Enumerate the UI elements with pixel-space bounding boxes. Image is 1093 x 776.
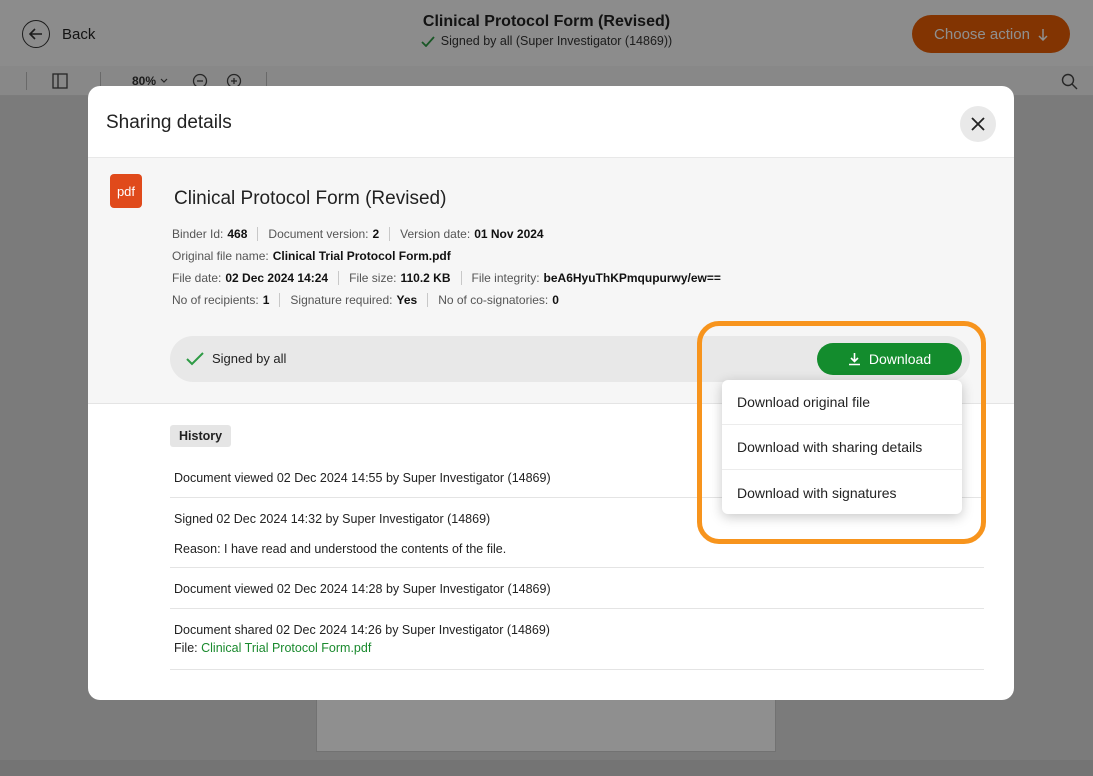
download-button[interactable]: Download	[817, 343, 962, 375]
menu-item-download-signatures[interactable]: Download with signatures	[722, 470, 962, 515]
version-date-value: 01 Nov 2024	[474, 227, 544, 241]
history-item: Document shared 02 Dec 2024 14:26 by Sup…	[170, 609, 984, 670]
sig-required-value: Yes	[396, 293, 418, 307]
integrity-label: File integrity:	[471, 271, 540, 285]
doc-version-value: 2	[372, 227, 380, 241]
original-name-value: Clinical Trial Protocol Form.pdf	[272, 249, 451, 263]
download-label: Download	[868, 351, 932, 367]
recipients-label: No of recipients:	[172, 293, 259, 307]
menu-item-download-sharing-details[interactable]: Download with sharing details	[722, 425, 962, 470]
version-date-label: Version date:	[400, 227, 471, 241]
recipients-value: 1	[262, 293, 270, 307]
file-title: Clinical Protocol Form (Revised)	[174, 188, 447, 209]
history-text: Document shared 02 Dec 2024 14:26 by Sup…	[174, 623, 550, 637]
download-icon	[848, 353, 860, 366]
close-icon	[971, 117, 985, 131]
signed-status-text: Signed by all	[212, 351, 287, 366]
meta-divider	[460, 271, 462, 285]
meta-divider	[279, 293, 281, 307]
sig-required-label: Signature required:	[290, 293, 393, 307]
history-file-label: File:	[174, 641, 198, 655]
cosign-value: 0	[552, 293, 559, 307]
close-button[interactable]	[960, 106, 996, 142]
meta-row-2: Original file name: Clinical Trial Protoc…	[172, 249, 451, 263]
meta-divider	[427, 293, 429, 307]
original-name-label: Original file name:	[172, 249, 269, 263]
meta-divider	[389, 227, 391, 241]
menu-item-download-original[interactable]: Download original file	[722, 380, 962, 425]
file-date-label: File date:	[172, 271, 222, 285]
meta-divider	[338, 271, 340, 285]
meta-divider	[257, 227, 259, 241]
file-size-label: File size:	[349, 271, 397, 285]
pdf-file-icon: pdf	[110, 174, 142, 208]
check-icon	[186, 351, 204, 365]
history-text: Signed 02 Dec 2024 14:32 by Super Invest…	[174, 512, 491, 526]
history-file-link[interactable]: Clinical Trial Protocol Form.pdf	[201, 641, 371, 655]
integrity-value: beA6HyuThKPmqupurwy/ew==	[543, 271, 721, 285]
file-size-value: 110.2 KB	[400, 271, 451, 285]
history-heading: History	[170, 425, 232, 447]
meta-row-3: File date: 02 Dec 2024 14:24 File size: 11…	[172, 271, 721, 285]
signature-status-bar: Signed by all Download	[170, 336, 970, 382]
file-info-section: pdf Clinical Protocol Form (Revised) Bin…	[88, 158, 1014, 404]
binder-id-value: 468	[227, 227, 248, 241]
file-date-value: 02 Dec 2024 14:24	[225, 271, 329, 285]
modal-header: Sharing details	[88, 86, 1014, 158]
history-text: Document viewed 02 Dec 2024 14:28 by Sup…	[174, 582, 551, 596]
history-file: File: Clinical Trial Protocol Form.pdf	[174, 641, 371, 655]
cosign-label: No of co-signatories:	[438, 293, 549, 307]
download-menu: Download original file Download with sha…	[722, 380, 962, 514]
binder-id-label: Binder Id:	[172, 227, 224, 241]
meta-row-4: No of recipients: 1 Signature required: Ye…	[172, 293, 559, 307]
doc-version-label: Document version:	[268, 227, 369, 241]
meta-row-1: Binder Id: 468 Document version: 2 Version…	[172, 227, 544, 241]
history-item: Document viewed 02 Dec 2024 14:28 by Sup…	[170, 568, 984, 609]
history-reason: Reason: I have read and understood the c…	[174, 542, 507, 556]
signed-status: Signed by all	[186, 351, 286, 366]
history-text: Document viewed 02 Dec 2024 14:55 by Sup…	[174, 471, 551, 485]
modal-title: Sharing details	[106, 112, 232, 133]
